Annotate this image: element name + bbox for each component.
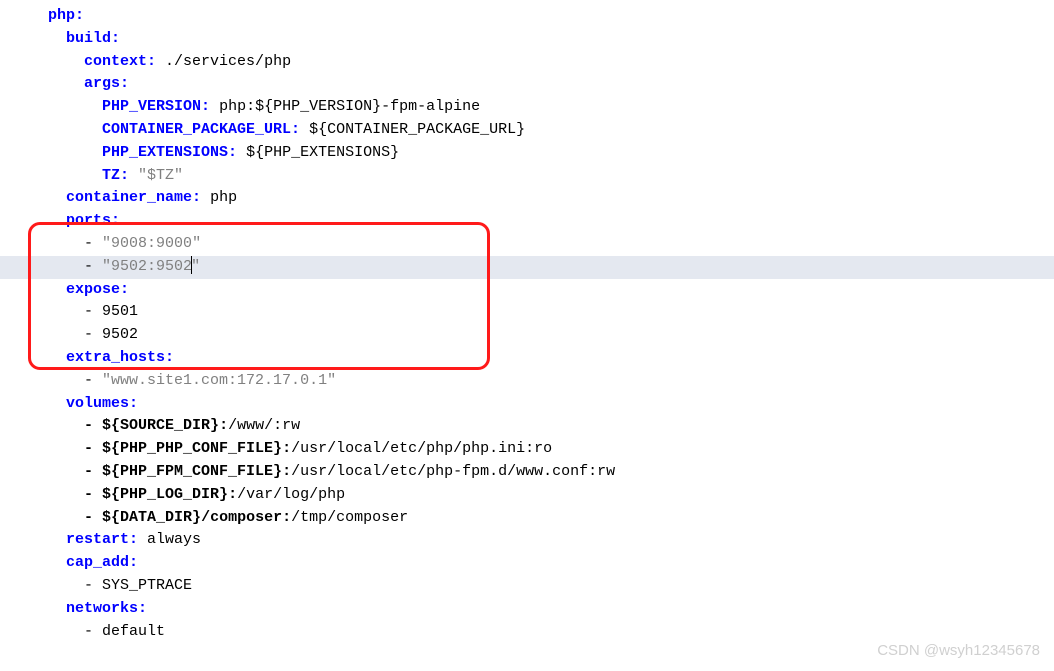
- code-content: php: build: context: ./services/php args…: [0, 5, 1054, 643]
- code-editor: php: build: context: ./services/php args…: [0, 5, 1054, 643]
- code-line: - SYS_PTRACE: [30, 575, 1054, 598]
- code-line: PHP_VERSION: php:${PHP_VERSION}-fpm-alpi…: [30, 96, 1054, 119]
- code-line: container_name: php: [30, 187, 1054, 210]
- watermark: CSDN @wsyh12345678: [877, 640, 1040, 663]
- code-line: cap_add:: [30, 552, 1054, 575]
- code-line: build:: [30, 28, 1054, 51]
- code-line: - 9501: [30, 301, 1054, 324]
- code-line: args:: [30, 73, 1054, 96]
- code-line: TZ: "$TZ": [30, 165, 1054, 188]
- code-line: - ${PHP_LOG_DIR}:/var/log/php: [30, 484, 1054, 507]
- code-line: CONTAINER_PACKAGE_URL: ${CONTAINER_PACKA…: [30, 119, 1054, 142]
- code-line: - ${DATA_DIR}/composer:/tmp/composer: [30, 507, 1054, 530]
- code-line: - ${PHP_PHP_CONF_FILE}:/usr/local/etc/ph…: [30, 438, 1054, 461]
- text-cursor: [191, 256, 192, 274]
- code-line: context: ./services/php: [30, 51, 1054, 74]
- code-line: ports:: [30, 210, 1054, 233]
- code-line: extra_hosts:: [30, 347, 1054, 370]
- code-line: restart: always: [30, 529, 1054, 552]
- code-line: php:: [30, 5, 1054, 28]
- code-line: - ${PHP_FPM_CONF_FILE}:/usr/local/etc/ph…: [30, 461, 1054, 484]
- code-line: expose:: [30, 279, 1054, 302]
- code-line-active: - "9502:9502": [0, 256, 1054, 279]
- code-line: volumes:: [30, 393, 1054, 416]
- code-line: networks:: [30, 598, 1054, 621]
- code-line: PHP_EXTENSIONS: ${PHP_EXTENSIONS}: [30, 142, 1054, 165]
- code-line: - ${SOURCE_DIR}:/www/:rw: [30, 415, 1054, 438]
- code-line: - 9502: [30, 324, 1054, 347]
- code-line: - "9008:9000": [30, 233, 1054, 256]
- code-line: - "www.site1.com:172.17.0.1": [30, 370, 1054, 393]
